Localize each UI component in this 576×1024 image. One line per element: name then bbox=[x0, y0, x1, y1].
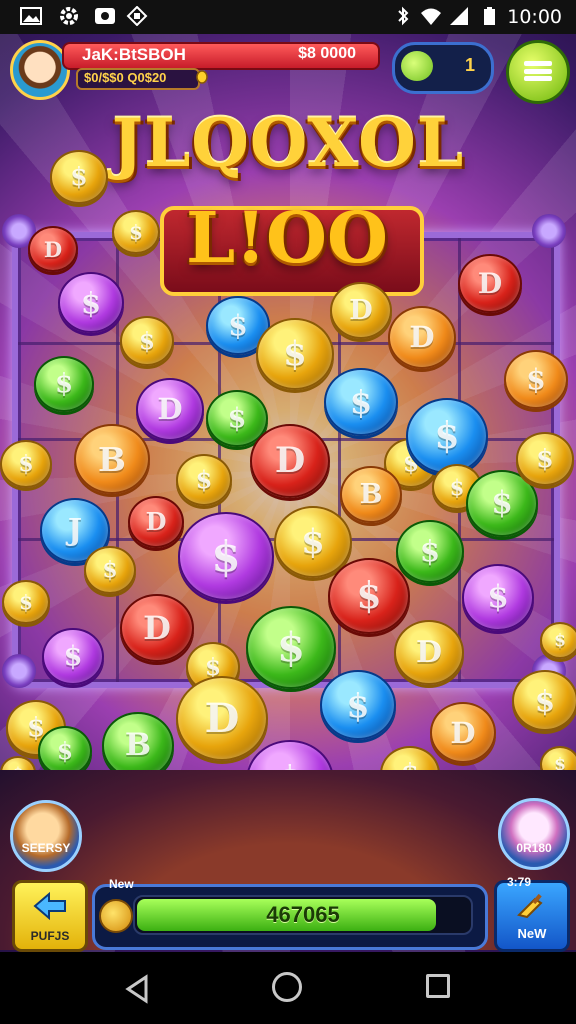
player-name: JaK:BtSBOH bbox=[82, 45, 186, 64]
blue-coin: $ bbox=[320, 670, 396, 741]
gold-coin: D bbox=[330, 282, 392, 340]
frame-corner-ornament bbox=[2, 654, 36, 688]
coin-progress-bar: 467065 bbox=[133, 895, 473, 935]
gold-coin: $ bbox=[84, 546, 136, 595]
green-coin: $ bbox=[246, 606, 336, 690]
green-coin: B bbox=[102, 712, 174, 779]
blue-coin: $ bbox=[324, 368, 398, 437]
purple-coin: $ bbox=[178, 512, 274, 601]
gold-coin: D bbox=[394, 620, 464, 685]
gold-coin: $ bbox=[50, 150, 108, 204]
push-button-label: PUFJS bbox=[30, 929, 70, 943]
push-button[interactable]: PUFJS bbox=[12, 880, 88, 952]
red-coin: D bbox=[458, 254, 522, 314]
red-coin: D bbox=[28, 226, 78, 273]
purple-coin: $ bbox=[58, 272, 124, 334]
small-coin-icon bbox=[196, 70, 208, 84]
gift-label: 0R180 bbox=[516, 841, 552, 855]
gold-coin: $ bbox=[0, 440, 52, 489]
signal-icon bbox=[450, 7, 468, 25]
orange-coin: $ bbox=[504, 350, 568, 410]
battery-icon bbox=[484, 7, 495, 25]
gem-count: 1 bbox=[464, 55, 475, 75]
status-bar: 10:00 bbox=[0, 0, 576, 34]
purple-coin: D bbox=[136, 378, 204, 441]
new-button-timer: 3:79 bbox=[507, 875, 532, 889]
coin-total: 467065 bbox=[266, 902, 340, 927]
progress-caption: New bbox=[109, 877, 134, 891]
coin-progress-panel: New 467065 bbox=[92, 877, 488, 950]
gold-coin: $ bbox=[512, 670, 576, 732]
game-title-line2: L!OO bbox=[186, 196, 388, 279]
progress-coin-icon bbox=[99, 899, 133, 933]
gold-coin: $ bbox=[516, 432, 574, 486]
player-sub-bar: $0/$$0 Q0$20 bbox=[76, 68, 200, 90]
new-button-label: NeW bbox=[517, 926, 547, 941]
orange-coin: B bbox=[340, 466, 402, 524]
recent-apps-icon[interactable] bbox=[426, 974, 450, 998]
back-icon[interactable] bbox=[122, 974, 152, 1004]
green-creature-icon bbox=[401, 51, 433, 81]
menu-icon bbox=[524, 61, 552, 81]
red-coin: D bbox=[250, 424, 330, 498]
gold-coin: $ bbox=[176, 454, 232, 506]
red-coin: D bbox=[128, 496, 184, 548]
orange-coin: B bbox=[74, 424, 150, 495]
gold-coin: $ bbox=[256, 318, 334, 391]
orange-coin: D bbox=[430, 702, 496, 764]
shop-bear-button[interactable]: SEERSY bbox=[10, 800, 82, 872]
player-score: $8 0000 bbox=[298, 45, 356, 62]
red-coin: $ bbox=[328, 558, 410, 634]
wifi-icon bbox=[421, 8, 441, 25]
gift-button[interactable]: 0R180 bbox=[498, 798, 570, 870]
player-name-bar: JaK:BtSBOH $8 0000 bbox=[62, 42, 380, 70]
green-coin: $ bbox=[34, 356, 94, 412]
settings-gear-icon bbox=[60, 7, 78, 25]
gold-coin: $ bbox=[120, 316, 174, 366]
game-title-line1: JLQOXOL bbox=[111, 104, 465, 182]
arrow-pointer-icon bbox=[33, 891, 66, 921]
menu-button[interactable] bbox=[506, 40, 570, 104]
clock-time: 10:00 bbox=[507, 6, 562, 28]
gold-coin: D bbox=[176, 676, 268, 761]
gold-coin: $ bbox=[540, 622, 576, 660]
broom-icon bbox=[517, 893, 543, 919]
blue-coin: $ bbox=[406, 398, 488, 474]
green-coin: $ bbox=[38, 726, 92, 776]
home-icon[interactable] bbox=[272, 972, 302, 1002]
orange-coin: D bbox=[388, 306, 456, 369]
frame-corner-ornament bbox=[532, 214, 566, 248]
purple-coin: $ bbox=[42, 628, 104, 686]
player-sub-value: $0/$$0 Q0$20 bbox=[84, 70, 167, 85]
player-avatar[interactable] bbox=[10, 40, 70, 100]
gallery-icon bbox=[20, 7, 42, 25]
camera-icon bbox=[95, 8, 115, 24]
shop-bear-label: SEERSY bbox=[21, 841, 71, 855]
gem-counter[interactable]: 1 bbox=[392, 42, 494, 94]
purple-coin: $ bbox=[462, 564, 534, 631]
bluetooth-icon bbox=[398, 6, 409, 26]
red-coin: D bbox=[120, 594, 194, 663]
puzzle-icon bbox=[126, 6, 148, 26]
game-screen: 10:00 JaK:BtSBOH $8 0000 $0/$$0 Q0$20 1 … bbox=[0, 0, 576, 1024]
green-coin: $ bbox=[396, 520, 464, 583]
new-button[interactable]: 3:79 NeW bbox=[494, 875, 570, 952]
